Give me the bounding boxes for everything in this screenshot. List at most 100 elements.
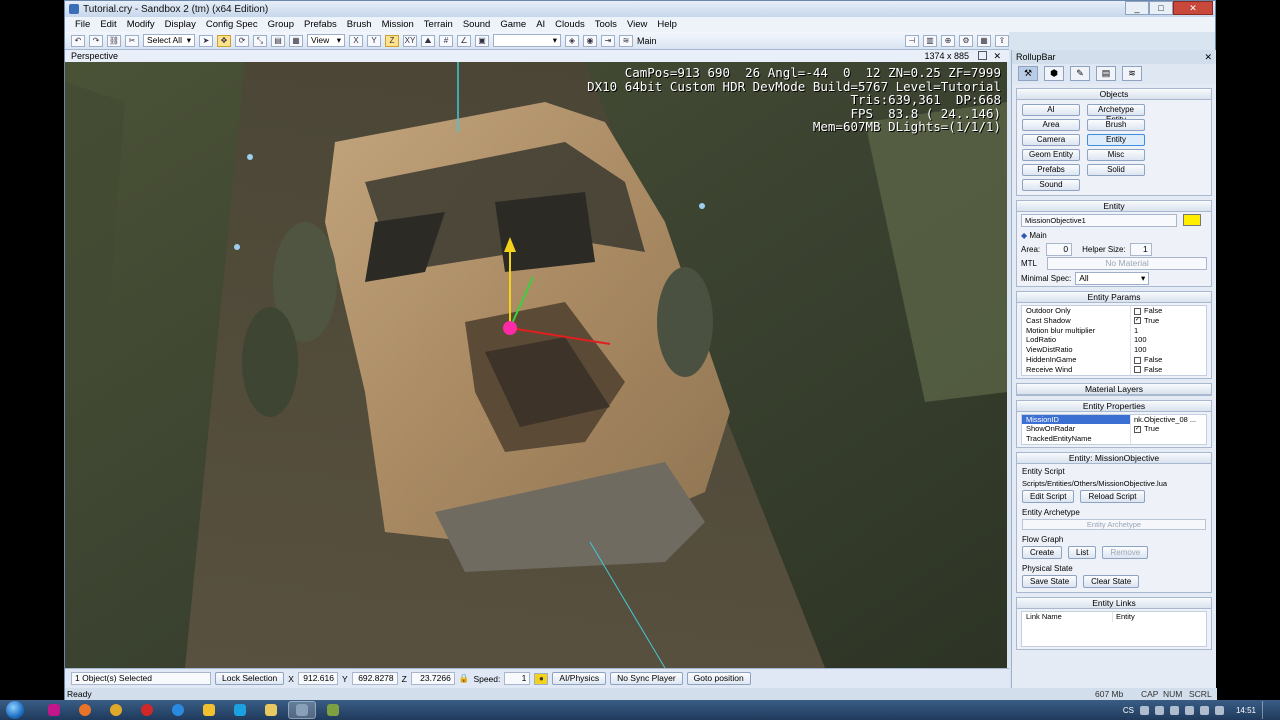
film-icon[interactable]: ▦ xyxy=(977,34,991,47)
axis-x-button[interactable]: X xyxy=(349,34,363,47)
entity-params-title[interactable]: Entity Params xyxy=(1017,292,1211,303)
unlink-icon[interactable]: ✂ xyxy=(125,34,139,47)
taskbar-app[interactable] xyxy=(195,701,223,719)
lock-selection-button[interactable]: Lock Selection xyxy=(215,672,285,685)
ai-physics-button[interactable]: AI/Physics xyxy=(552,672,607,685)
checkbox[interactable]: ✓ xyxy=(1134,317,1141,325)
taskbar-app[interactable] xyxy=(40,701,68,719)
menu-edit[interactable]: Edit xyxy=(100,19,116,30)
align-icon[interactable]: ⊣ xyxy=(905,34,919,47)
property-row[interactable]: MissionID nk.Objective_08 ... xyxy=(1022,414,1206,425)
entity-layer[interactable]: Main xyxy=(1029,231,1046,240)
table-icon[interactable]: ▥ xyxy=(923,34,937,47)
material-field[interactable]: No Material xyxy=(1047,256,1207,270)
layers-tab-icon[interactable]: ≋ xyxy=(1122,66,1142,81)
solid-button[interactable]: Solid xyxy=(1087,164,1145,176)
entity-color-swatch[interactable] xyxy=(1183,214,1201,226)
ref-coord-dropdown[interactable]: View ▾ xyxy=(307,34,345,47)
checkbox[interactable]: ✓ xyxy=(1134,425,1141,433)
menu-game[interactable]: Game xyxy=(500,19,526,30)
taskbar-app-sandbox[interactable] xyxy=(288,701,316,719)
param-row[interactable]: HiddenInGame False xyxy=(1022,354,1206,365)
speed-field[interactable]: 1 xyxy=(504,672,531,685)
objects-title[interactable]: Objects xyxy=(1017,89,1211,100)
clear-state-button[interactable]: Clear State xyxy=(1083,574,1140,588)
viewport-close-icon[interactable]: ✕ xyxy=(993,50,1001,62)
layer-icon[interactable]: ▣ xyxy=(475,34,489,47)
viewport-label[interactable]: Perspective xyxy=(71,51,118,61)
menu-view[interactable]: View xyxy=(627,19,647,30)
x-coordinate-field[interactable]: 912.616 xyxy=(297,672,338,685)
network-icon[interactable] xyxy=(1184,705,1194,715)
param-row[interactable]: ViewDistRatio 100 xyxy=(1022,345,1206,355)
property-row[interactable]: TrackedEntityName xyxy=(1022,434,1206,444)
property-value[interactable]: nk.Objective_08 ... xyxy=(1130,414,1206,425)
viewport-maximize-icon[interactable] xyxy=(978,51,987,60)
terrain-tab-icon[interactable]: ⬢ xyxy=(1044,66,1064,81)
angle-snap-icon[interactable]: ∠ xyxy=(457,34,471,47)
layer-dropdown[interactable]: ▾ xyxy=(493,34,561,47)
property-row[interactable]: ShowOnRadar ✓ True xyxy=(1022,424,1206,435)
entity-button[interactable]: Entity xyxy=(1087,134,1145,146)
param-row[interactable]: Outdoor Only False xyxy=(1022,306,1206,316)
menu-modify[interactable]: Modify xyxy=(127,19,155,30)
pivot-icon[interactable]: ⊕ xyxy=(941,34,955,47)
menu-config-spec[interactable]: Config Spec xyxy=(206,19,258,30)
export-icon[interactable]: ⇪ xyxy=(995,34,1009,47)
tray-icon[interactable] xyxy=(1169,705,1179,715)
camera-button[interactable]: Camera xyxy=(1022,134,1080,146)
menu-prefabs[interactable]: Prefabs xyxy=(304,19,337,30)
entity-header[interactable]: Entity xyxy=(1112,611,1206,622)
taskbar-app[interactable] xyxy=(164,701,192,719)
menu-ai[interactable]: AI xyxy=(536,19,545,30)
prefabs-button[interactable]: Prefabs xyxy=(1022,164,1080,176)
entity-title[interactable]: Entity xyxy=(1017,201,1211,212)
maximize-button[interactable]: □ xyxy=(1149,1,1173,15)
rollup-close-icon[interactable]: ✕ xyxy=(1204,50,1212,64)
param-row[interactable]: Motion blur multiplier 1 xyxy=(1022,325,1206,336)
goto-icon[interactable]: ⇥ xyxy=(601,34,615,47)
grid-icon[interactable]: # xyxy=(439,34,453,47)
layers-icon[interactable]: ≋ xyxy=(619,34,633,47)
start-button[interactable] xyxy=(0,700,30,720)
modeling-tab-icon[interactable]: ✎ xyxy=(1070,66,1090,81)
language-indicator[interactable]: CS xyxy=(1123,706,1134,715)
current-layer[interactable]: Main xyxy=(637,36,657,46)
geom-entity-button[interactable]: Geom Entity xyxy=(1022,149,1080,161)
reload-script-button[interactable]: Reload Script xyxy=(1080,489,1145,503)
volume-icon[interactable] xyxy=(1199,705,1209,715)
menu-clouds[interactable]: Clouds xyxy=(555,19,585,30)
undo-icon[interactable]: ↶ xyxy=(71,34,85,47)
menu-terrain[interactable]: Terrain xyxy=(424,19,453,30)
minimize-button[interactable]: _ xyxy=(1125,1,1149,15)
show-desktop-button[interactable] xyxy=(1262,701,1272,719)
redo-icon[interactable]: ↷ xyxy=(89,34,103,47)
display-tab-icon[interactable]: ▤ xyxy=(1096,66,1116,81)
terrain-collision-icon[interactable]: ● xyxy=(534,672,549,685)
taskbar-app[interactable] xyxy=(102,701,130,719)
lock-icon[interactable]: 🔒 xyxy=(459,673,470,684)
area-button[interactable]: Area xyxy=(1022,119,1080,131)
tray-icon[interactable] xyxy=(1154,705,1164,715)
link-icon[interactable]: ⛓ xyxy=(107,34,121,47)
list-flowgraph-button[interactable]: List xyxy=(1068,545,1097,559)
menu-display[interactable]: Display xyxy=(165,19,196,30)
snap-icon[interactable]: ▦ xyxy=(289,34,303,47)
menu-file[interactable]: File xyxy=(75,19,90,30)
material-icon[interactable]: ◈ xyxy=(565,34,579,47)
link-name-header[interactable]: Link Name xyxy=(1022,612,1112,622)
close-button[interactable]: ✕ xyxy=(1173,1,1213,15)
3d-viewport[interactable]: CamPos=913 690 26 Angl=-44 0 12 ZN=0.25 … xyxy=(65,62,1007,668)
sound-button[interactable]: Sound xyxy=(1022,179,1080,191)
axis-y-button[interactable]: Y xyxy=(367,34,381,47)
no-sync-player-button[interactable]: No Sync Player xyxy=(610,672,683,685)
taskbar-app[interactable] xyxy=(319,701,347,719)
menu-brush[interactable]: Brush xyxy=(347,19,372,30)
physics-icon[interactable]: ⚙ xyxy=(959,34,973,47)
move-tool-icon[interactable]: ✥ xyxy=(217,34,231,47)
z-coordinate-field[interactable]: 23.7266 xyxy=(410,672,455,685)
flag-icon[interactable] xyxy=(1214,705,1224,715)
taskbar-app[interactable] xyxy=(133,701,161,719)
menu-sound[interactable]: Sound xyxy=(463,19,490,30)
scale-tool-icon[interactable]: ⤡ xyxy=(253,34,267,47)
